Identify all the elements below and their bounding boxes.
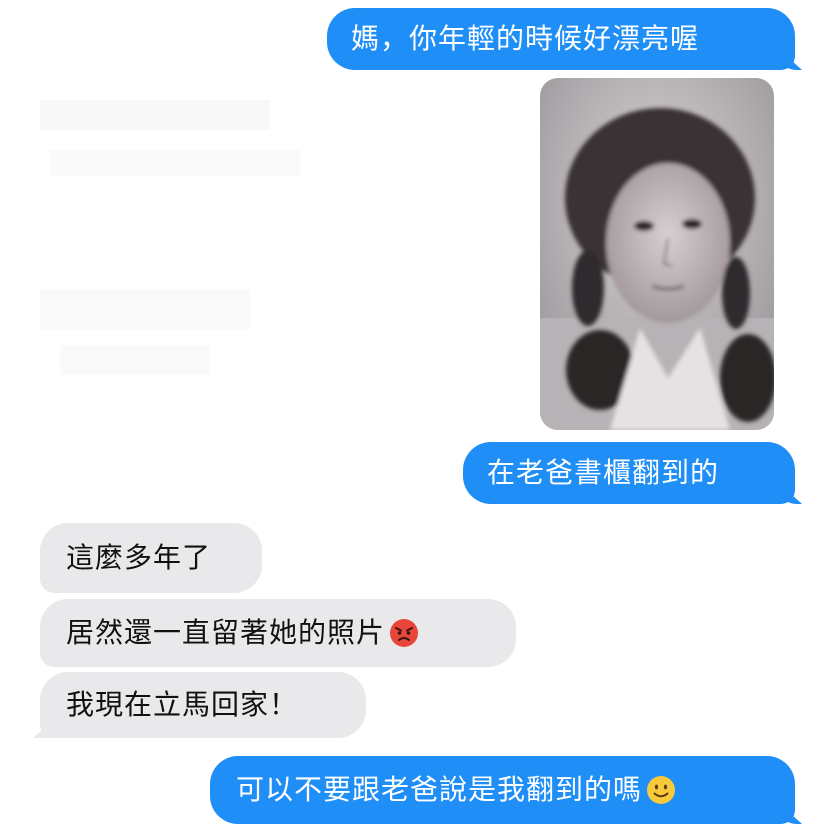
faded-background-artifact xyxy=(40,100,300,375)
slightly-smiling-face-emoji xyxy=(647,776,676,804)
message-text: 媽，你年輕的時候好漂亮喔 xyxy=(351,22,700,55)
portrait-photo-image xyxy=(540,78,774,430)
message-bubble-outgoing-3[interactable]: 可以不要跟老爸說是我翻到的嗎 xyxy=(210,756,802,824)
message-bubble-outgoing-2[interactable]: 在老爸書櫃翻到的 xyxy=(463,442,802,504)
message-bubble-incoming-3[interactable]: 我現在立馬回家！ xyxy=(33,672,366,738)
message-bubble-outgoing-1[interactable]: 媽，你年輕的時候好漂亮喔 xyxy=(327,8,802,70)
message-text: 居然還一直留著她的照片 xyxy=(66,616,386,649)
photo-message[interactable] xyxy=(540,78,774,430)
message-text: 這麼多年了 xyxy=(66,541,212,574)
message-bubble-incoming-2[interactable]: 居然還一直留著她的照片 xyxy=(40,599,516,667)
bubble-tail xyxy=(780,484,802,504)
message-text: 可以不要跟老爸說是我翻到的嗎 xyxy=(236,773,643,806)
bubble-tail xyxy=(780,804,802,824)
message-text: 我現在立馬回家！ xyxy=(66,688,299,721)
bubble-tail xyxy=(780,50,802,70)
bubble-tail xyxy=(33,718,55,738)
angry-face-emoji xyxy=(390,619,419,647)
message-text: 在老爸書櫃翻到的 xyxy=(487,456,720,489)
message-bubble-incoming-1[interactable]: 這麼多年了 xyxy=(40,523,262,593)
